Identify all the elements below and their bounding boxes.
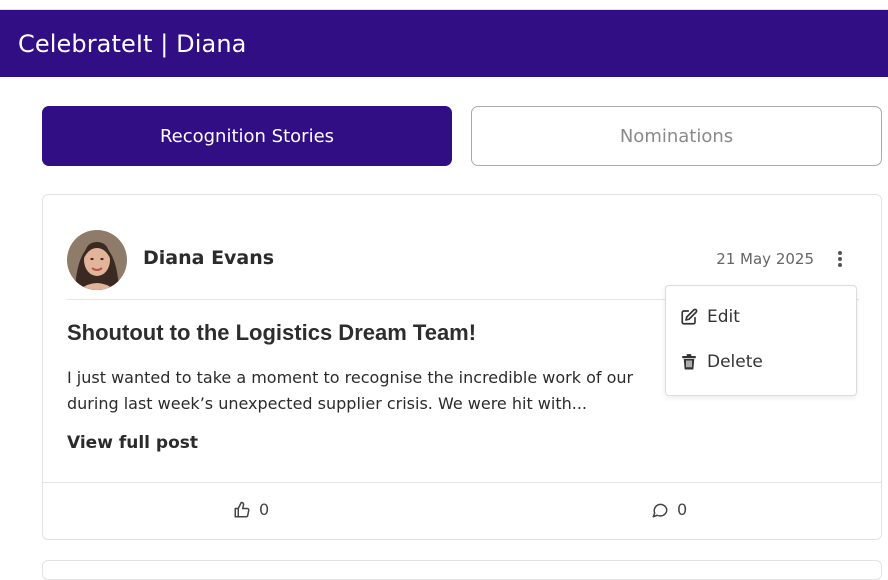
- app-header: CelebrateIt | Diana: [0, 10, 888, 77]
- top-border: [0, 0, 888, 10]
- next-post-card: [42, 560, 882, 580]
- comment-icon: [652, 503, 668, 517]
- trash-icon: [682, 354, 696, 370]
- footer-divider: [43, 482, 881, 483]
- view-full-post-link[interactable]: View full post: [67, 433, 198, 453]
- app-title: CelebrateIt | Diana: [18, 29, 247, 58]
- edit-menu-item[interactable]: Edit: [680, 305, 740, 329]
- tab-recognition-stories[interactable]: Recognition Stories: [42, 106, 452, 166]
- comment-button[interactable]: 0: [651, 500, 687, 519]
- delete-label: Delete: [707, 352, 763, 372]
- author-name[interactable]: Diana Evans: [143, 247, 274, 269]
- tab-nominations[interactable]: Nominations: [471, 106, 882, 166]
- like-button[interactable]: 0: [233, 500, 269, 519]
- edit-icon: [681, 308, 698, 325]
- edit-label: Edit: [707, 307, 740, 327]
- post-date: 21 May 2025: [716, 250, 814, 268]
- more-vertical-icon[interactable]: [835, 249, 845, 269]
- like-count: 0: [259, 500, 270, 519]
- thumbs-up-icon: [234, 501, 250, 517]
- excerpt-line-2: during last week’s unexpected supplier c…: [67, 394, 588, 413]
- post-title: Shoutout to the Logistics Dream Team!: [67, 320, 477, 345]
- delete-menu-item[interactable]: Delete: [680, 350, 763, 374]
- comment-count: 0: [677, 500, 688, 519]
- post-actions-menu: Edit Delete: [665, 285, 857, 396]
- tab-bar: Recognition Stories Nominations: [42, 106, 882, 166]
- post-excerpt: I just wanted to take a moment to recogn…: [67, 365, 665, 417]
- excerpt-line-1: I just wanted to take a moment to recogn…: [67, 368, 634, 387]
- avatar[interactable]: [67, 230, 127, 290]
